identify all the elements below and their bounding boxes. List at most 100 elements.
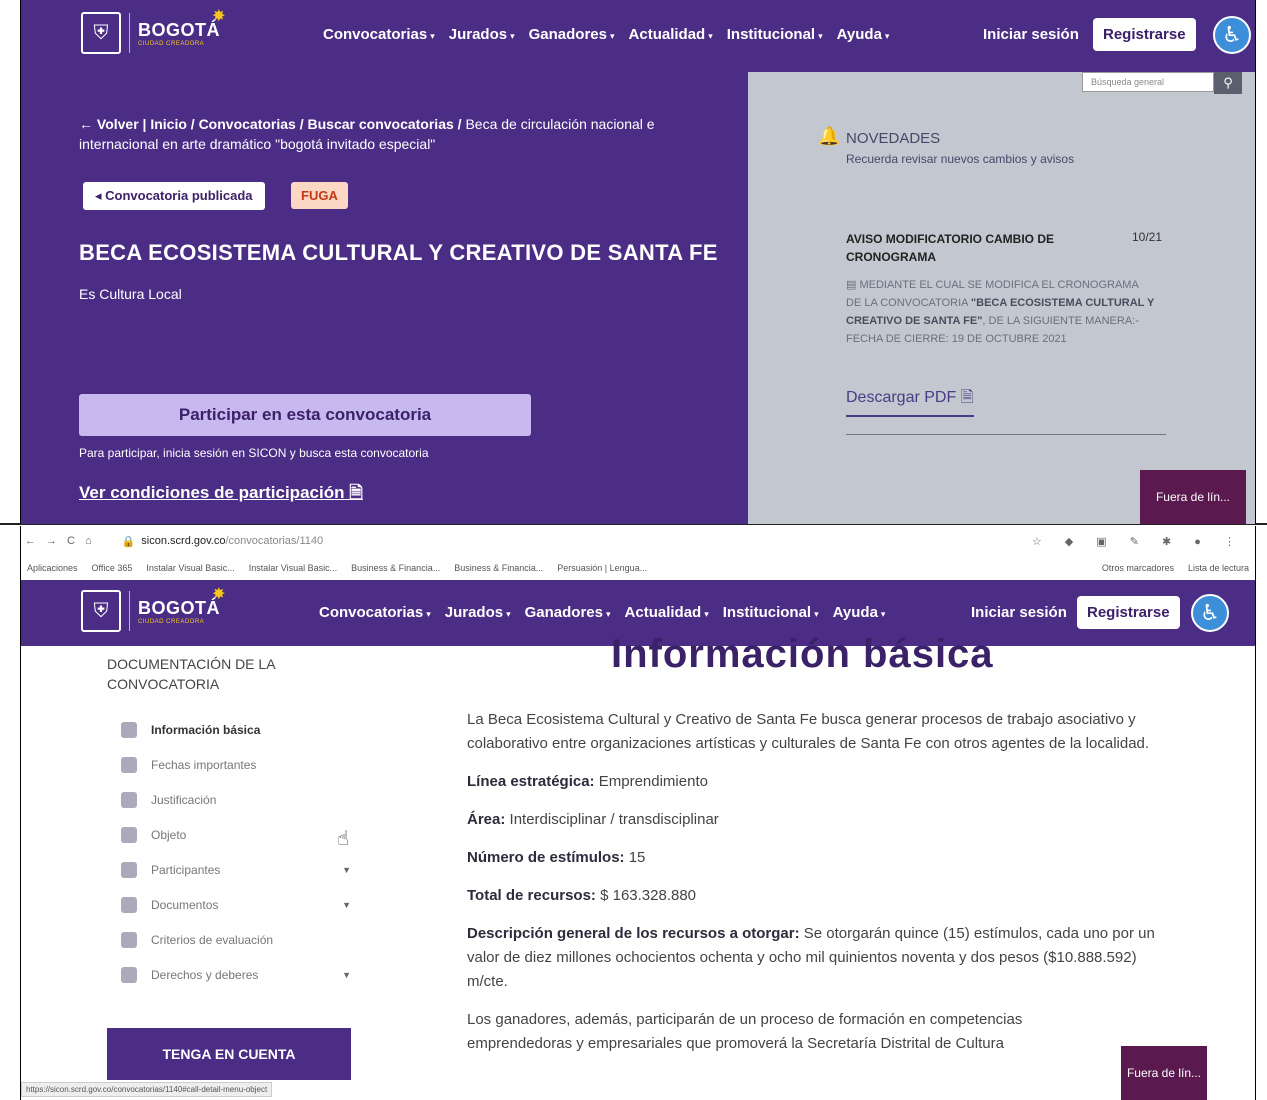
participar-help: Para participar, inicia sesión en SICON … [79, 446, 429, 460]
browser-nav-icons[interactable]: ←→C⌂ [25, 535, 102, 547]
sidebar-item-informacion-basica[interactable]: Información básica [121, 712, 351, 747]
aviso-date: 10/21 [1132, 230, 1163, 244]
bookmark[interactable]: Office 365 [92, 563, 133, 573]
url-path[interactable]: /convocatorias/1140 [225, 535, 323, 547]
section-title: Información básica [611, 632, 994, 676]
register-button[interactable]: Registrarse [1093, 18, 1196, 51]
sidebar-item-objeto[interactable]: Objeto [121, 817, 351, 852]
caret-down-icon: ▾ [426, 609, 431, 619]
conditions-link[interactable]: Ver condiciones de participación 🗎 [79, 480, 363, 509]
users-icon [121, 861, 137, 878]
login-link[interactable]: Iniciar sesión [983, 26, 1079, 43]
sidebar-item-criterios[interactable]: Criterios de evaluación [121, 922, 351, 957]
hand-cursor-icon: ☝ [337, 828, 350, 850]
sidebar-item-participantes[interactable]: Participantes ▼ [121, 852, 351, 887]
documentation-menu: Información básica Fechas importantes Ju… [121, 712, 351, 992]
accessibility-icon[interactable]: ♿ [1213, 16, 1251, 54]
numero-estimulos: Número de estímulos: 15 [467, 849, 646, 866]
reading-list[interactable]: Lista de lectura [1188, 563, 1249, 573]
descripcion-recursos: Descripción general de los recursos a ot… [467, 925, 1155, 990]
bogota-logo[interactable]: ⛨ BOGOTÁ ✸ CIUDAD CREADORA [81, 8, 226, 54]
bell-icon: 🔔 [818, 126, 841, 146]
crest-icon: ⛨ [81, 590, 121, 632]
menu-ayuda[interactable]: Ayuda ▾ [837, 26, 890, 43]
total-recursos: Total de recursos: $ 163.328.880 [467, 887, 697, 904]
sidebar-item-documentos[interactable]: Documentos ▼ [121, 887, 351, 922]
menu-convocatorias[interactable]: Convocatorias ▾ [319, 604, 431, 621]
caret-down-icon: ▾ [506, 609, 511, 619]
novedades-title: NOVEDADES [846, 130, 941, 147]
menu-convocatorias[interactable]: Convocatorias ▾ [323, 26, 435, 43]
top-screenshot: ⛨ BOGOTÁ ✸ CIUDAD CREADORA Convocatorias ▾ … [20, 0, 1256, 524]
bogota-logo[interactable]: ⛨ BOGOTÁ ✸ CIUDAD CREADORA [81, 585, 226, 632]
url-host[interactable]: sicon.scrd.gov.co [141, 535, 225, 547]
menu-jurados[interactable]: Jurados ▾ [445, 604, 511, 621]
other-bookmarks[interactable]: Otros marcadores [1102, 563, 1174, 573]
download-pdf-link[interactable]: Descargar PDF 🗎 [846, 386, 974, 417]
sidebar-item-fechas[interactable]: Fechas importantes [121, 747, 351, 782]
divider [846, 434, 1166, 435]
menu-actualidad[interactable]: Actualidad ▾ [625, 604, 709, 621]
sidebar-item-justificacion[interactable]: Justificación [121, 782, 351, 817]
pdf-icon: 🗎 [349, 483, 363, 502]
caret-down-icon: ▾ [430, 31, 435, 41]
bottom-screenshot: ←→C⌂ 🔒 sicon.scrd.gov.co/convocatorias/1… [20, 526, 1256, 1100]
login-link[interactable]: Iniciar sesión [971, 604, 1067, 621]
participar-button[interactable]: Participar en esta convocatoria [79, 394, 531, 436]
status-badge: ◂ Convocatoria publicada [83, 182, 265, 210]
area: Área: Interdisciplinar / transdisciplina… [467, 811, 719, 828]
tenga-en-cuenta-button[interactable]: TENGA EN CUENTA [107, 1028, 351, 1080]
bookmark[interactable]: Aplicaciones [27, 563, 78, 573]
offline-chat-button[interactable]: Fuera de lín... [1121, 1046, 1207, 1100]
document-icon [121, 791, 137, 808]
menu-ganadores[interactable]: Ganadores ▾ [525, 604, 611, 621]
menu-ayuda[interactable]: Ayuda ▾ [833, 604, 886, 621]
star-icon: ✸ [212, 7, 226, 25]
caret-down-icon: ▾ [814, 609, 819, 619]
linea-estrategica: Línea estratégica: Emprendimiento [467, 773, 708, 790]
sidebar-item-derechos[interactable]: Derechos y deberes ▼ [121, 957, 351, 992]
accessibility-icon[interactable]: ♿ [1191, 594, 1229, 632]
aviso-body: ▤ MEDIANTE EL CUAL SE MODIFICA EL CRONOG… [846, 279, 1155, 345]
offline-chat-button[interactable]: Fuera de lín... [1140, 470, 1246, 524]
chevron-down-icon: ▼ [342, 899, 351, 910]
breadcrumb-links[interactable]: ← Volver | Inicio / Convocatorias / Busc… [79, 116, 462, 132]
search-input[interactable]: Búsqueda general [1082, 72, 1214, 92]
menu-jurados[interactable]: Jurados ▾ [449, 26, 515, 43]
logo-text: BOGOTÁ ✸ CIUDAD CREADORA [138, 585, 226, 625]
caret-down-icon: ▾ [880, 609, 886, 619]
breadcrumb: ← Volver | Inicio / Convocatorias / Busc… [79, 114, 659, 154]
main-nav: ⛨ BOGOTÁ ✸ CIUDAD CREADORA Convocatorias ▾ … [21, 0, 1255, 72]
pdf-icon: 🗎 [960, 389, 974, 406]
browser-toolbar: ←→C⌂ 🔒 sicon.scrd.gov.co/convocatorias/1… [21, 526, 1255, 556]
info-icon [121, 721, 137, 738]
nav-menu: Convocatorias ▾ Jurados ▾ Ganadores ▾ Actua… [319, 604, 885, 621]
convocatoria-page: DOCUMENTACIÓN DE LA CONVOCATORIA Informa… [21, 632, 1255, 1100]
caret-down-icon: ▾ [708, 31, 713, 41]
bookmarks-bar: Aplicaciones Office 365 Instalar Visual … [21, 556, 1255, 580]
bookmark[interactable]: Business & Financia... [454, 563, 543, 573]
menu-actualidad[interactable]: Actualidad ▾ [629, 26, 713, 43]
bookmark[interactable]: Business & Financia... [351, 563, 440, 573]
bookmark[interactable]: Instalar Visual Basic... [249, 563, 337, 573]
extension-icons[interactable]: ☆ ◆ ▣ ✎ ✱ ● ⋮ [1032, 535, 1245, 548]
bookmark[interactable]: Instalar Visual Basic... [146, 563, 234, 573]
bookmark[interactable]: Persuasión | Lengua... [557, 563, 647, 573]
menu-institucional[interactable]: Institucional ▾ [727, 26, 823, 43]
register-button[interactable]: Registrarse [1077, 596, 1180, 629]
crest-icon: ⛨ [81, 12, 121, 54]
lock-icon: 🔒 [121, 535, 136, 548]
menu-institucional[interactable]: Institucional ▾ [723, 604, 819, 621]
documentation-header: DOCUMENTACIÓN DE LA CONVOCATORIA [107, 656, 275, 692]
intro-text: La Beca Ecosistema Cultural y Creativo d… [467, 711, 1150, 752]
search-icon[interactable]: ⚲ [1214, 72, 1242, 94]
ganadores-text: Los ganadores, además, participarán de u… [467, 1011, 1023, 1052]
info-content: La Beca Ecosistema Cultural y Creativo d… [467, 708, 1167, 1070]
doc-icon: ▤ [846, 279, 860, 291]
status-bar-url: https://sicon.scrd.gov.co/convocatorias/… [21, 1082, 273, 1097]
page-subtitle: Es Cultura Local [79, 286, 182, 302]
news-panel: Búsqueda general ⚲ 🔔 NOVEDADES Recuerda … [748, 72, 1255, 524]
star-icon: ✸ [212, 585, 226, 603]
menu-ganadores[interactable]: Ganadores ▾ [529, 26, 615, 43]
hero-panel: ← Volver | Inicio / Convocatorias / Busc… [21, 72, 748, 524]
